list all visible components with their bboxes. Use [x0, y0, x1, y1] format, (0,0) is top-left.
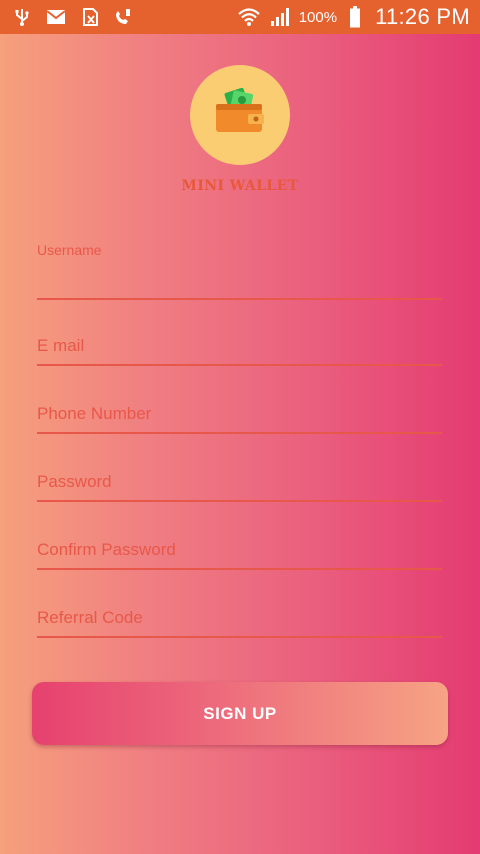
phone-number-placeholder: Phone Number	[37, 404, 152, 423]
username-label: Username	[37, 242, 102, 258]
referral-code-placeholder: Referral Code	[37, 608, 143, 627]
referral-code-field[interactable]: Referral Code	[37, 598, 442, 638]
password-placeholder: Password	[37, 472, 112, 491]
usb-icon	[14, 8, 30, 26]
signal-icon	[269, 7, 291, 27]
status-time: 11:26 PM	[375, 4, 470, 29]
app-title: MINI WALLET	[181, 178, 299, 194]
confirm-password-field[interactable]: Confirm Password	[37, 530, 442, 570]
gmail-icon	[46, 9, 66, 25]
confirm-password-placeholder: Confirm Password	[37, 540, 176, 559]
email-placeholder: E mail	[37, 336, 85, 355]
sim-card-icon	[82, 8, 98, 26]
app-logo	[190, 65, 290, 165]
username-field[interactable]: Username	[37, 240, 442, 300]
password-field[interactable]: Password	[37, 462, 442, 502]
phone-number-field[interactable]: Phone Number	[37, 394, 442, 434]
status-bar-left	[14, 8, 148, 26]
wallet-icon	[212, 87, 268, 143]
battery-percent: 100%	[298, 8, 338, 26]
battery-icon	[349, 6, 361, 28]
wifi-icon	[237, 7, 261, 27]
sign-up-button[interactable]: SIGN UP	[32, 682, 448, 745]
email-field[interactable]: E mail	[37, 326, 442, 366]
status-bar-right: 100% 11:26 PM	[229, 4, 470, 30]
status-bar: 100% 11:26 PM	[0, 0, 480, 34]
missed-call-icon	[114, 8, 132, 26]
